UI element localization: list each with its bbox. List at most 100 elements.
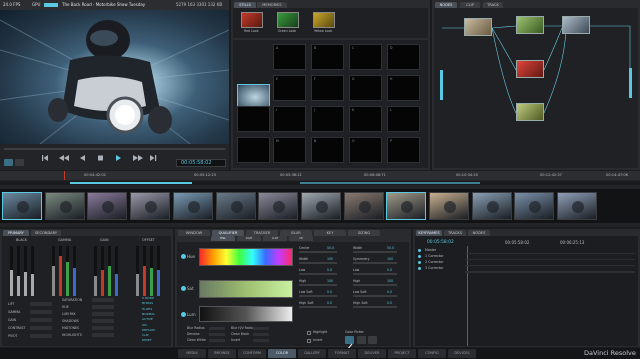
matte-param-field[interactable] (209, 339, 225, 342)
track-enable-icon[interactable] (418, 255, 421, 258)
lum-gradient[interactable] (199, 306, 293, 322)
invert-checkbox[interactable] (307, 339, 311, 343)
sat-gradient[interactable] (199, 280, 293, 298)
lum-enable[interactable] (181, 312, 186, 317)
qualifier-param-slider[interactable] (353, 262, 397, 264)
skip-end-icon[interactable] (150, 155, 157, 161)
primary-mode-value[interactable]: DEFAULT (142, 328, 155, 333)
skip-start-icon[interactable] (42, 155, 48, 161)
tab-key[interactable]: KEY (314, 230, 346, 236)
qualifier-param-slider[interactable] (299, 262, 337, 264)
primary-param-field[interactable] (30, 318, 52, 322)
node-canvas[interactable] (434, 8, 638, 168)
still-green-look[interactable] (277, 12, 299, 28)
timeline-clip[interactable] (2, 192, 42, 220)
color-bar-fill[interactable] (115, 274, 118, 296)
memory-slot[interactable]: L (387, 106, 420, 132)
qualifier-param-slider[interactable] (353, 295, 397, 297)
timeline-clip[interactable] (172, 192, 213, 220)
page-tab-media[interactable]: MEDIA (178, 349, 206, 358)
play-reverse-icon[interactable] (80, 155, 85, 161)
qualifier-param-slider[interactable] (299, 273, 337, 275)
stop-icon[interactable] (98, 155, 103, 161)
color-bar-fill[interactable] (66, 262, 69, 296)
memory-slot[interactable]: A (273, 44, 306, 70)
color-bar-fill[interactable] (157, 270, 160, 296)
subtab-lum[interactable]: LUM (263, 236, 287, 241)
memory-slot[interactable]: C (349, 44, 382, 70)
matte-param-field[interactable] (253, 333, 269, 336)
matte-param-field[interactable] (209, 333, 225, 336)
matte-param-field[interactable] (253, 327, 269, 330)
qualifier-param-slider[interactable] (353, 273, 397, 275)
timeline-clip[interactable] (130, 192, 171, 220)
tab-window[interactable]: WINDOW (178, 230, 210, 236)
qualifier-param-slider[interactable] (299, 295, 337, 297)
memory-slot[interactable]: K (349, 106, 382, 132)
primary-mode-value[interactable]: BYPASS (142, 301, 153, 306)
qualifier-param-slider[interactable] (353, 306, 397, 308)
node-03[interactable] (562, 16, 590, 34)
primary-param-field[interactable] (92, 333, 114, 337)
memory-slot[interactable]: B (311, 44, 344, 70)
primary-param-field[interactable] (92, 319, 114, 323)
qualifier-param-slider[interactable] (299, 284, 337, 286)
primary-param-field[interactable] (30, 310, 52, 314)
primary-mode-value[interactable]: HI-RES (142, 307, 152, 312)
memory-slot[interactable]: O (349, 137, 382, 163)
primary-mode-value[interactable]: ACTIVE (142, 317, 153, 322)
subtab-3d[interactable]: 3D (289, 236, 313, 241)
matte-param-field[interactable] (253, 339, 269, 342)
track-enable-icon[interactable] (418, 249, 421, 252)
page-tab-conform[interactable]: CONFORM (238, 349, 266, 358)
step-back-icon[interactable] (59, 155, 69, 161)
color-bar-fill[interactable] (10, 270, 13, 296)
subtab-hsl[interactable]: HSL (211, 236, 235, 241)
timeline-ruler[interactable]: 00:04:42:02 00:05:12:23 00:05:36:21 00:06:0… (0, 171, 640, 180)
color-bar-fill[interactable] (73, 268, 76, 296)
still-red-look[interactable] (241, 12, 263, 28)
timeline-clip[interactable] (514, 192, 555, 220)
memory-slot[interactable]: H (387, 75, 420, 101)
matte-param-field[interactable] (209, 327, 225, 330)
qualifier-param-slider[interactable] (353, 284, 397, 286)
memory-slot[interactable]: N (311, 137, 344, 163)
primary-param-field[interactable] (92, 298, 114, 302)
timeline-clip[interactable] (429, 192, 469, 220)
memory-slot[interactable]: I (273, 106, 306, 132)
sat-enable[interactable] (181, 286, 186, 291)
timeline-playhead[interactable] (64, 171, 65, 180)
timeline-clip[interactable] (87, 192, 128, 220)
color-picker-button[interactable] (345, 336, 354, 351)
qualifier-param-slider[interactable] (299, 306, 337, 308)
color-bar-fill[interactable] (52, 266, 55, 296)
node-02[interactable] (516, 16, 544, 34)
memory-slot[interactable]: G (349, 75, 382, 101)
track-enable-icon[interactable] (418, 267, 421, 270)
viewer-image[interactable] (0, 10, 229, 144)
tab-sizing[interactable]: SIZING (348, 230, 380, 236)
page-tab-devices[interactable]: DEVICES (448, 349, 476, 358)
qualifier-param-slider[interactable] (353, 251, 397, 253)
color-bar-fill[interactable] (101, 270, 104, 296)
color-bar-fill[interactable] (17, 276, 20, 296)
timeline-clip[interactable] (386, 192, 427, 220)
picker-mode-button-1[interactable] (357, 336, 366, 344)
step-forward-icon[interactable] (133, 155, 143, 161)
page-tab-deliver[interactable]: DELIVER (358, 349, 386, 358)
track-enable-icon[interactable] (418, 261, 421, 264)
page-tab-gallery[interactable]: GALLERY (298, 349, 326, 358)
primary-mode-value[interactable]: NORMAL (142, 312, 155, 317)
node-04[interactable] (516, 60, 544, 78)
timeline-clip[interactable] (343, 192, 384, 220)
hue-gradient[interactable] (199, 248, 293, 266)
timeline-clip[interactable] (300, 192, 341, 220)
color-bar-fill[interactable] (31, 274, 34, 296)
page-tab-format[interactable]: FORMAT (328, 349, 356, 358)
keyframe-track-lane[interactable] (465, 253, 635, 254)
primary-mode-value[interactable]: RESET (142, 338, 152, 343)
memory-slot[interactable]: E (273, 75, 306, 101)
primary-mode-value[interactable]: 0 MODE (142, 296, 154, 301)
subtab-rgb[interactable]: RGB (237, 236, 261, 241)
keyframe-track-lane[interactable] (465, 272, 635, 273)
